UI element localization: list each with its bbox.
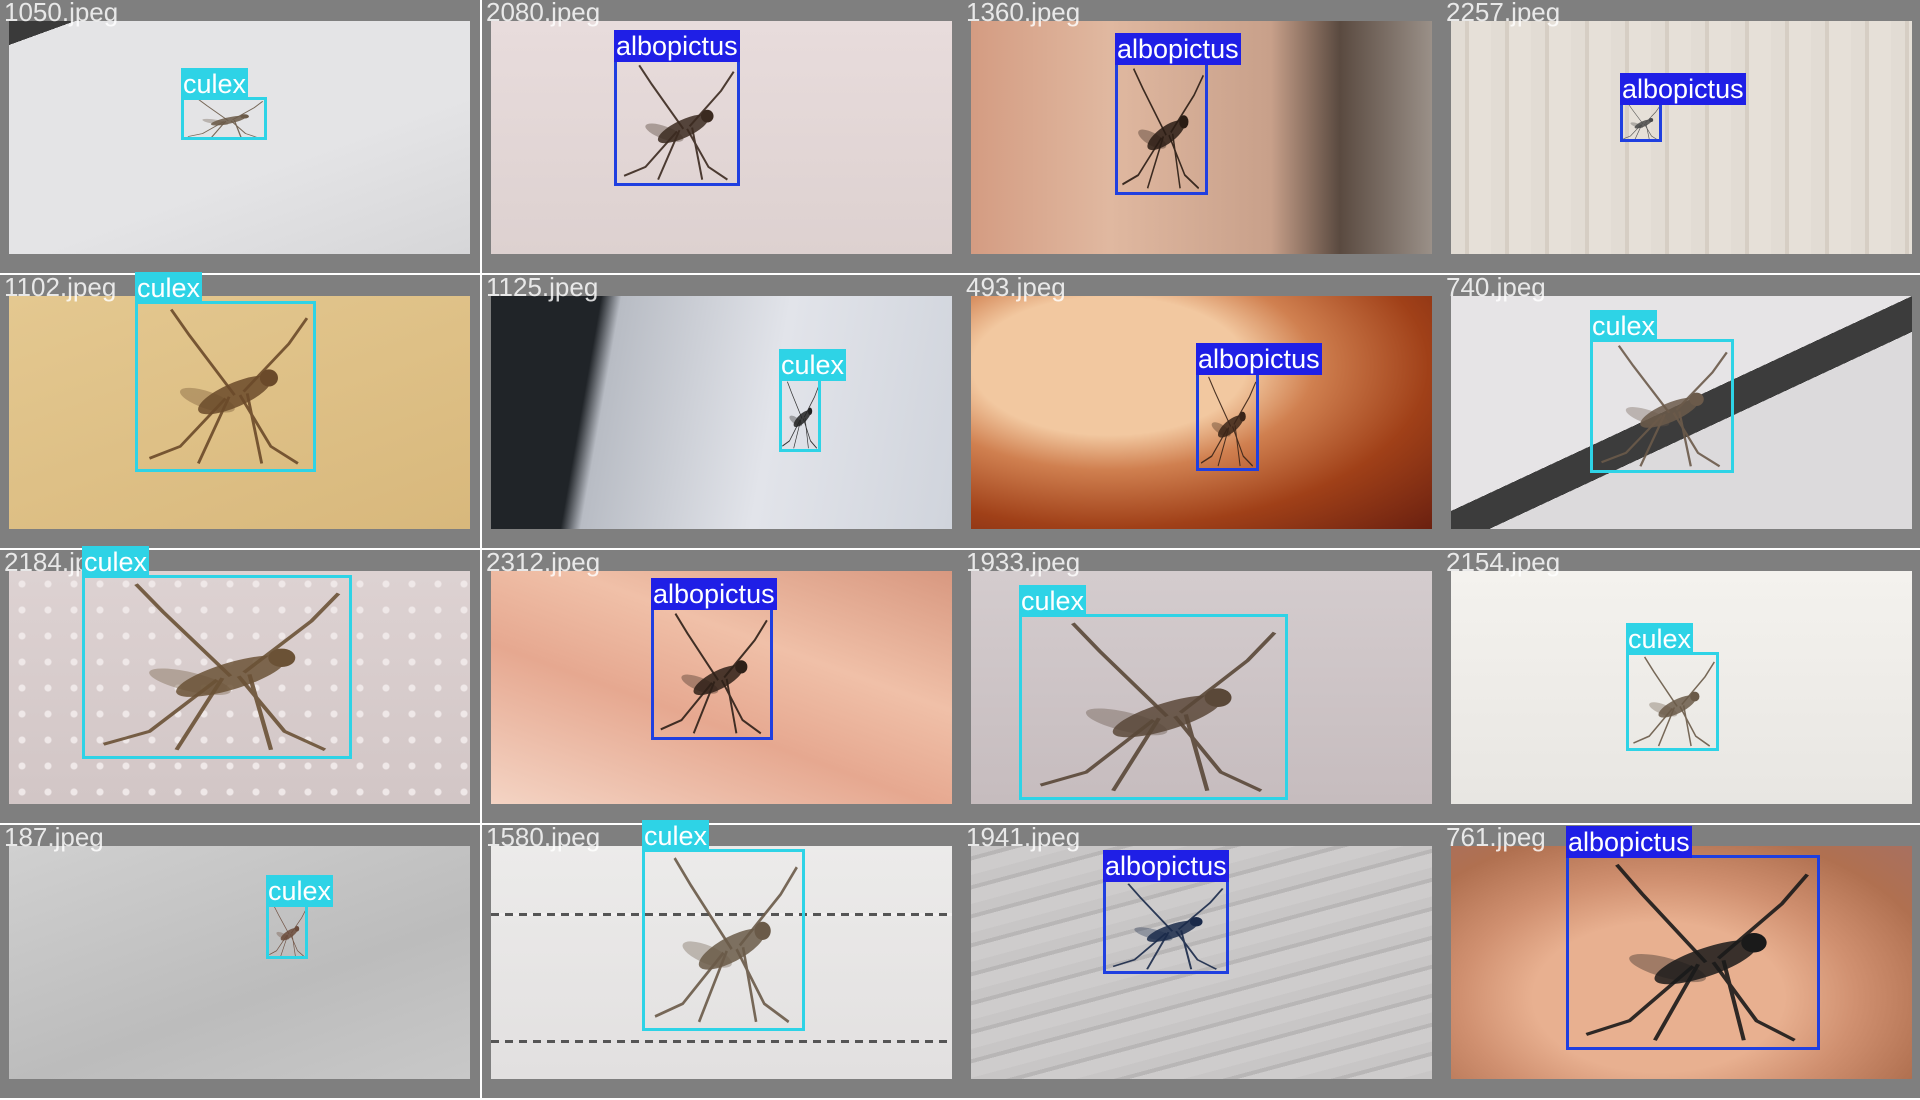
prediction-tile: 2257.jpeg albopictus — [1442, 0, 1920, 273]
tile-photo — [9, 846, 470, 1079]
prediction-tile: 1933.jpeg culex — [962, 547, 1442, 823]
prediction-tile: 1360.jpeg albopictus — [962, 0, 1442, 273]
detection-label: albopictus — [1566, 826, 1692, 858]
tile-filename: 1050.jpeg — [4, 0, 119, 27]
detection-label: albopictus — [614, 30, 740, 62]
tile-filename: 1125.jpeg — [486, 272, 599, 302]
detection-label: albopictus — [1103, 850, 1229, 882]
detection-box-culex: culex — [642, 820, 805, 1031]
tile-filename: 761.jpeg — [1446, 822, 1546, 852]
detection-label: culex — [779, 349, 847, 381]
detection-box-culex: culex — [1626, 623, 1719, 751]
tile-filename: 493.jpeg — [966, 272, 1066, 302]
tile-filename: 2257.jpeg — [1446, 0, 1561, 27]
prediction-tile: 1125.jpeg culex — [482, 272, 962, 548]
tile-filename: 2080.jpeg — [486, 0, 601, 27]
detection-label: culex — [1626, 623, 1694, 655]
detection-box-albopictus: albopictus — [1115, 33, 1241, 195]
detection-box-albopictus: albopictus — [1566, 826, 1820, 1050]
detection-label: culex — [642, 820, 710, 852]
detection-label: albopictus — [1620, 73, 1746, 105]
prediction-tile: 493.jpeg albopictus — [962, 272, 1442, 548]
prediction-tile: 1102.jpeg culex — [0, 272, 480, 548]
tile-filename: 1933.jpeg — [966, 547, 1081, 577]
tile-filename: 2154.jpeg — [1446, 547, 1561, 577]
detection-box-albopictus: albopictus — [1196, 343, 1322, 471]
detection-box-culex: culex — [181, 68, 267, 140]
detection-box-culex: culex — [135, 272, 316, 472]
detection-box-culex: culex — [266, 875, 334, 959]
detection-box-albopictus: albopictus — [1620, 73, 1746, 142]
prediction-tile: 2312.jpeg albopictus — [482, 547, 962, 823]
detection-box-culex: culex — [82, 546, 352, 759]
detection-label: albopictus — [651, 578, 777, 610]
detection-label: culex — [1590, 310, 1658, 342]
tile-filename: 2312.jpeg — [486, 547, 601, 577]
tile-filename: 1941.jpeg — [966, 822, 1081, 852]
detection-box-culex: culex — [779, 349, 847, 452]
detection-box-culex: culex — [1019, 585, 1288, 800]
tile-filename: 1580.jpeg — [486, 822, 601, 852]
prediction-tile: 187.jpeg culex — [0, 822, 480, 1098]
prediction-grid: 1050.jpeg culex 2080.jpeg albopictus 1360.jp… — [0, 0, 1920, 1100]
detection-label: culex — [181, 68, 249, 100]
tile-filename: 740.jpeg — [1446, 272, 1546, 302]
prediction-tile: 2184.jpeg culex — [0, 546, 480, 823]
detection-box-culex: culex — [1590, 310, 1734, 473]
prediction-tile: 1941.jpeg albopictus — [962, 822, 1442, 1098]
prediction-tile: 2080.jpeg albopictus — [482, 0, 962, 273]
prediction-tile: 1050.jpeg culex — [0, 0, 480, 273]
detection-label: albopictus — [1115, 33, 1241, 65]
prediction-tile: 1580.jpeg culex — [482, 820, 962, 1098]
prediction-tile: 740.jpeg culex — [1442, 272, 1920, 548]
tile-photo — [491, 296, 952, 529]
detection-label: culex — [266, 875, 334, 907]
detection-box-albopictus: albopictus — [1103, 850, 1229, 974]
detection-label: culex — [135, 272, 203, 304]
detection-box-albopictus: albopictus — [614, 30, 740, 186]
prediction-tile: 761.jpeg albopictus — [1442, 822, 1920, 1098]
tile-filename: 187.jpeg — [4, 822, 104, 852]
tile-photo — [1451, 21, 1912, 254]
detection-box-albopictus: albopictus — [651, 578, 777, 740]
prediction-tile: 2154.jpeg culex — [1442, 547, 1920, 823]
detection-label: culex — [82, 546, 150, 578]
detection-label: albopictus — [1196, 343, 1322, 375]
tile-filename: 1102.jpeg — [4, 272, 117, 302]
tile-filename: 1360.jpeg — [966, 0, 1081, 27]
detection-label: culex — [1019, 585, 1087, 617]
